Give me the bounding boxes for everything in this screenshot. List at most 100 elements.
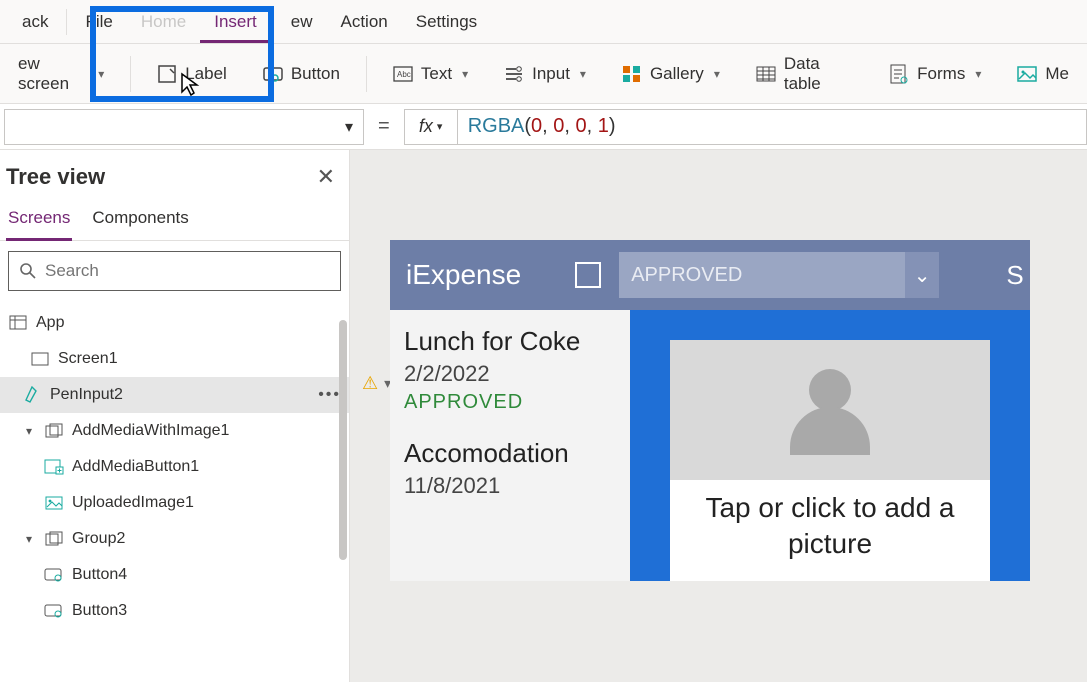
tree-node-group2[interactable]: ▾ Group2 xyxy=(0,521,349,557)
formula-fn: RGBA xyxy=(468,115,525,138)
formula-comma: , xyxy=(587,115,598,138)
ribbon-button-text: Button xyxy=(291,64,340,84)
media-icon xyxy=(1017,64,1037,84)
fx-button[interactable]: fx▾ xyxy=(404,109,458,145)
more-icon[interactable]: ••• xyxy=(318,386,341,404)
chevron-down-icon: ▾ xyxy=(975,67,981,81)
chevron-down-icon[interactable]: ▾ xyxy=(22,424,36,438)
tab-components[interactable]: Components xyxy=(90,202,190,240)
tree-node-addmediawithimage1[interactable]: ▾ AddMediaWithImage1 xyxy=(0,413,349,449)
tree-label: PenInput2 xyxy=(50,386,123,404)
button-icon xyxy=(44,566,64,584)
tab-screens[interactable]: Screens xyxy=(6,202,72,241)
chevron-down-icon: ⌄ xyxy=(905,252,939,298)
app-title: iExpense xyxy=(406,259,521,291)
menu-action[interactable]: Action xyxy=(327,4,402,40)
tree-node-button4[interactable]: Button4 xyxy=(0,557,349,593)
ribbon-new-screen[interactable]: ew screen ▾ xyxy=(8,48,114,100)
tree-node-peninput2[interactable]: PenInput2 ••• xyxy=(0,377,349,413)
ribbon-datatable[interactable]: Data table xyxy=(746,48,863,100)
formula-comma: , xyxy=(542,115,553,138)
tree-view-panel: Tree view ✕ Screens Components App Scree… xyxy=(0,150,350,682)
tree-label: Button3 xyxy=(72,602,127,620)
expense-list: Lunch for Coke 2/2/2022 APPROVED Accomod… xyxy=(390,310,630,581)
tree-label: UploadedImage1 xyxy=(72,494,194,512)
fx-label: fx xyxy=(419,116,433,137)
menu-view[interactable]: ew xyxy=(277,4,327,40)
chevron-down-icon[interactable]: ▾ xyxy=(22,532,36,546)
ribbon-input-label: Input xyxy=(532,64,570,84)
add-picture-control[interactable]: Tap or click to add a picture xyxy=(670,340,990,581)
group-icon xyxy=(44,530,64,548)
tree-node-screen1[interactable]: Screen1 xyxy=(0,341,349,377)
tree-node-uploadedimage1[interactable]: UploadedImage1 xyxy=(0,485,349,521)
image-icon xyxy=(44,494,64,512)
chevron-down-icon: ▾ xyxy=(345,117,353,137)
close-icon[interactable]: ✕ xyxy=(317,164,335,190)
search-input[interactable] xyxy=(45,261,330,281)
app-preview[interactable]: iExpense APPROVED ⌄ S Lunch for Coke 2/2… xyxy=(390,240,1030,581)
ribbon-sep xyxy=(130,56,131,92)
status-dropdown[interactable]: APPROVED ⌄ xyxy=(619,252,939,298)
forms-icon xyxy=(889,64,909,84)
group-icon xyxy=(44,422,64,440)
ribbon-text-label: Text xyxy=(421,64,452,84)
label-icon xyxy=(157,64,177,84)
list-item[interactable]: Accomodation 11/8/2021 xyxy=(404,432,616,517)
ribbon-gallery[interactable]: Gallery▾ xyxy=(612,58,730,90)
ribbon-sep2 xyxy=(366,56,367,92)
scrollbar[interactable] xyxy=(339,320,347,560)
tree-node-addmediabutton1[interactable]: AddMediaButton1 xyxy=(0,449,349,485)
detail-pane: Tap or click to add a picture xyxy=(630,310,1030,581)
tree-node-button3[interactable]: Button3 xyxy=(0,593,349,629)
chevron-down-icon: ▾ xyxy=(98,67,104,81)
addmedia-icon xyxy=(44,458,64,476)
ribbon-media[interactable]: Me xyxy=(1007,58,1079,90)
text-icon: Abc xyxy=(393,64,413,84)
menu-bar: ack File Home Insert ew Action Settings xyxy=(0,0,1087,44)
formula-arg1: 0 xyxy=(531,115,542,138)
formula-paren: ) xyxy=(609,115,616,138)
menu-back[interactable]: ack xyxy=(8,4,62,40)
menu-file[interactable]: File xyxy=(71,4,126,40)
input-icon xyxy=(504,64,524,84)
list-item[interactable]: Lunch for Coke 2/2/2022 APPROVED xyxy=(404,320,616,432)
ribbon-new-screen-label: ew screen xyxy=(18,54,88,94)
card-date: 11/8/2021 xyxy=(404,473,616,499)
formula-arg3: 0 xyxy=(576,115,587,138)
menu-insert[interactable]: Insert xyxy=(200,4,271,43)
formula-bar: ▾ = fx▾ RGBA(0, 0, 0, 1) xyxy=(0,104,1087,150)
tree: App Screen1 PenInput2 ••• ▾ AddMediaWith… xyxy=(0,301,349,633)
menu-home[interactable]: Home xyxy=(127,4,200,40)
button-icon xyxy=(263,64,283,84)
ribbon-input[interactable]: Input ▾ xyxy=(494,58,596,90)
formula-input[interactable]: RGBA(0, 0, 0, 1) xyxy=(458,109,1087,145)
tree-label: Button4 xyxy=(72,566,127,584)
checkbox[interactable] xyxy=(575,262,601,288)
ribbon-datatable-label: Data table xyxy=(784,54,853,94)
canvas[interactable]: ⚠ ▾ 9 Rows iExpense APPROVED ⌄ S Lunch f… xyxy=(350,150,1087,682)
ribbon-text[interactable]: Abc Text▾ xyxy=(383,58,478,90)
card-status: APPROVED xyxy=(404,391,616,414)
tree-title: Tree view xyxy=(6,164,105,190)
formula-paren: ( xyxy=(524,115,531,138)
svg-text:Abc: Abc xyxy=(397,70,411,79)
ribbon-media-label: Me xyxy=(1045,64,1069,84)
header-right-edge[interactable]: S xyxy=(1000,240,1030,310)
search-icon xyxy=(19,262,37,280)
tree-node-app[interactable]: App xyxy=(0,305,349,341)
chevron-down-icon: ▾ xyxy=(580,67,586,81)
search-box[interactable] xyxy=(8,251,341,291)
ribbon-button[interactable]: Button xyxy=(253,58,350,90)
tree-label: Group2 xyxy=(72,530,125,548)
tree-tabs: Screens Components xyxy=(0,198,349,241)
mouse-cursor-icon xyxy=(180,72,202,98)
property-dropdown[interactable]: ▾ xyxy=(4,109,364,145)
menu-settings[interactable]: Settings xyxy=(402,4,491,40)
ribbon-forms[interactable]: Forms▾ xyxy=(879,58,991,90)
dropdown-value: APPROVED xyxy=(631,264,742,287)
menu-sep xyxy=(66,9,67,35)
formula-comma: , xyxy=(564,115,575,138)
app-icon xyxy=(8,314,28,332)
button-icon xyxy=(44,602,64,620)
